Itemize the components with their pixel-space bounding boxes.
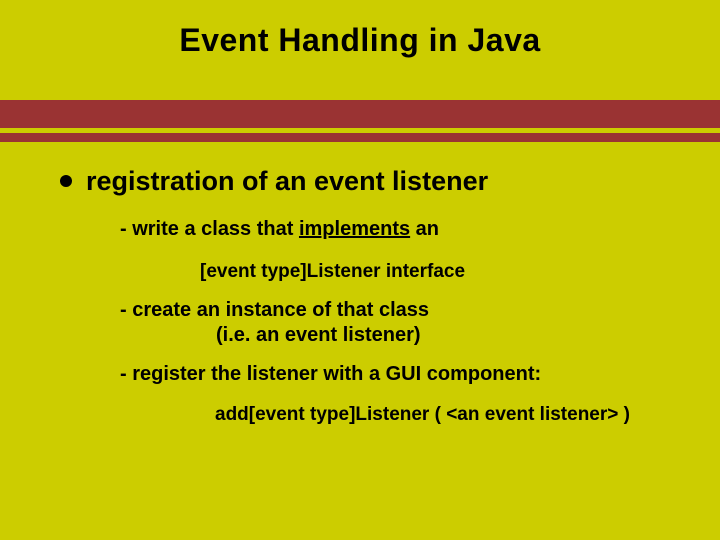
slide: Event Handling in Java registration of a…	[0, 0, 720, 540]
sub-item-2: - create an instance of that class (i.e.…	[120, 298, 690, 348]
sub-item-3: - register the listener with a GUI compo…	[120, 362, 690, 387]
bullet-icon	[60, 175, 72, 187]
sub1-post: an	[410, 218, 439, 240]
sub1-pre: - write a class that	[120, 218, 299, 240]
content-area: registration of an event listener - writ…	[60, 165, 690, 427]
sub1-underline: implements	[299, 218, 410, 240]
sub2a: - create an instance of that class	[120, 299, 429, 321]
bullet-text-1: registration of an event listener	[86, 165, 488, 197]
bullet-item-1: registration of an event listener	[60, 165, 690, 197]
sub-item-1: - write a class that implements an	[120, 217, 690, 242]
code-line-2: add[event type]Listener ( <an event list…	[215, 403, 690, 427]
rule-bottom	[0, 133, 720, 142]
code-line-1: [event type]Listener interface	[200, 260, 690, 284]
rule-top	[0, 100, 720, 128]
slide-title: Event Handling in Java	[0, 22, 720, 59]
sub2b: (i.e. an event listener)	[216, 324, 421, 346]
